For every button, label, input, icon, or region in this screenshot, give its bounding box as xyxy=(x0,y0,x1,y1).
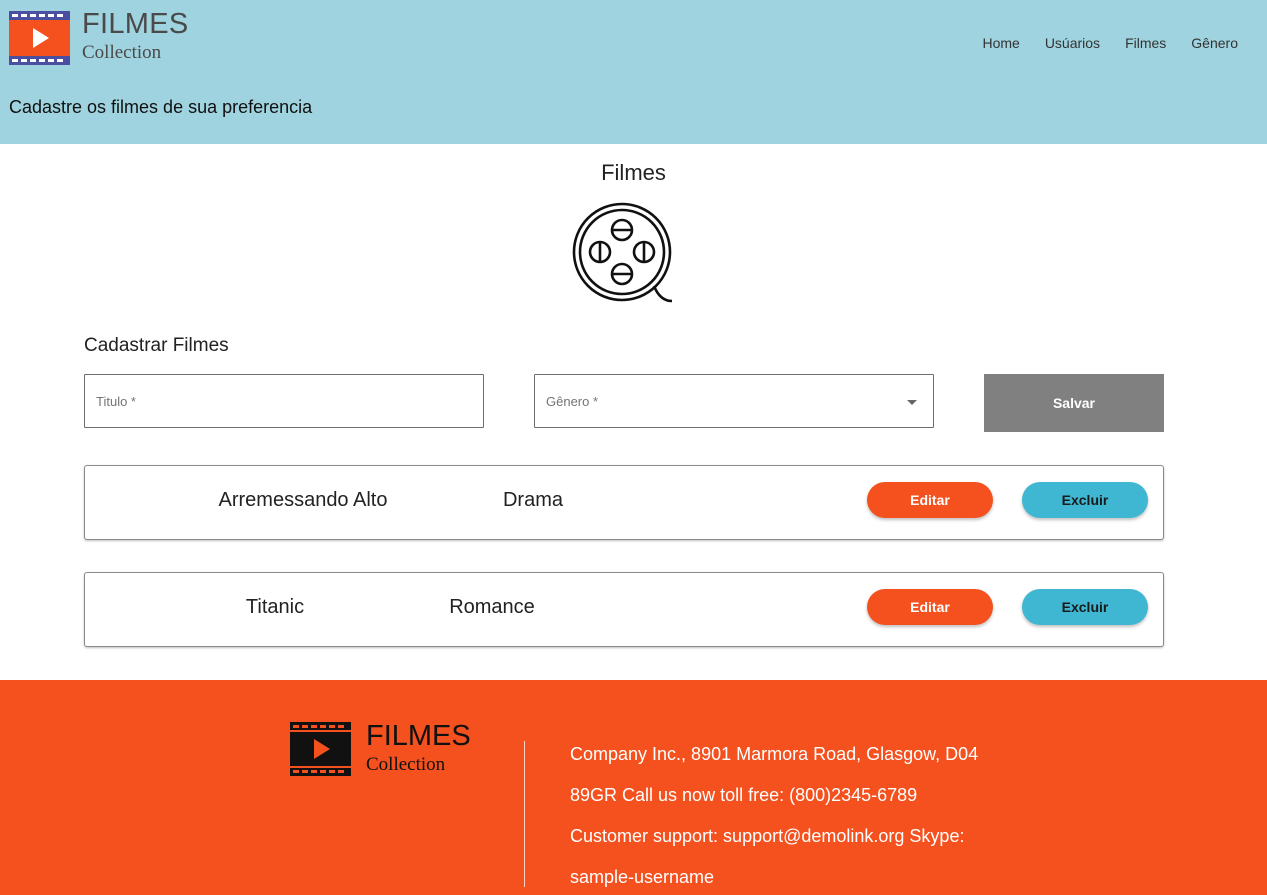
movie-title: Arremessando Alto xyxy=(218,489,388,511)
nav-usuarios[interactable]: Usúarios xyxy=(1045,35,1100,51)
film-reel-icon xyxy=(572,202,673,303)
movie-card: Arremessando Alto Drama Editar Excluir xyxy=(84,465,1164,540)
titulo-field[interactable]: Titulo * xyxy=(84,374,484,428)
film-play-icon xyxy=(290,722,351,776)
movie-genre: Romance xyxy=(449,596,535,618)
brand-title: FILMES xyxy=(82,8,189,40)
nav-filmes[interactable]: Filmes xyxy=(1125,35,1166,51)
site-header: FILMES Collection Home Usúarios Filmes G… xyxy=(0,0,1267,144)
delete-button[interactable]: Excluir xyxy=(1022,589,1148,625)
brand-subtitle: Collection xyxy=(82,42,162,63)
nav-home[interactable]: Home xyxy=(982,35,1019,51)
footer-skype: sample-username xyxy=(570,867,715,887)
delete-button[interactable]: Excluir xyxy=(1022,482,1148,518)
footer-brand-title: FILMES xyxy=(366,720,471,752)
site-footer: FILMES Collection Company Inc., 8901 Mar… xyxy=(0,680,1267,895)
main-nav: Home Usúarios Filmes Gênero xyxy=(982,35,1238,51)
footer-support: Customer support: support@demolink.org S… xyxy=(570,826,965,846)
edit-button[interactable]: Editar xyxy=(867,589,993,625)
save-button[interactable]: Salvar xyxy=(984,374,1164,432)
nav-genero[interactable]: Gênero xyxy=(1191,35,1238,51)
genero-label: Gênero * xyxy=(546,394,599,409)
footer-contact-info: Company Inc., 8901 Marmora Road, Glasgow… xyxy=(570,734,1230,895)
footer-phone: 89GR Call us now toll free: (800)2345-67… xyxy=(570,785,918,805)
chevron-down-icon[interactable] xyxy=(907,400,917,405)
titulo-input[interactable] xyxy=(85,375,483,427)
edit-button[interactable]: Editar xyxy=(867,482,993,518)
genero-select[interactable]: Gênero * xyxy=(534,374,934,428)
movie-title: Titanic xyxy=(245,596,305,618)
movie-genre: Drama xyxy=(502,489,563,511)
page-title: Filmes xyxy=(601,160,666,185)
film-play-icon[interactable] xyxy=(9,11,70,65)
footer-address: Company Inc., 8901 Marmora Road, Glasgow… xyxy=(570,744,979,764)
section-title: Cadastrar Filmes xyxy=(84,335,229,356)
footer-brand-subtitle: Collection xyxy=(366,754,446,775)
header-tagline: Cadastre os filmes de sua preferencia xyxy=(9,97,313,117)
movie-card: Titanic Romance Editar Excluir xyxy=(84,572,1164,647)
footer-divider xyxy=(524,741,525,887)
